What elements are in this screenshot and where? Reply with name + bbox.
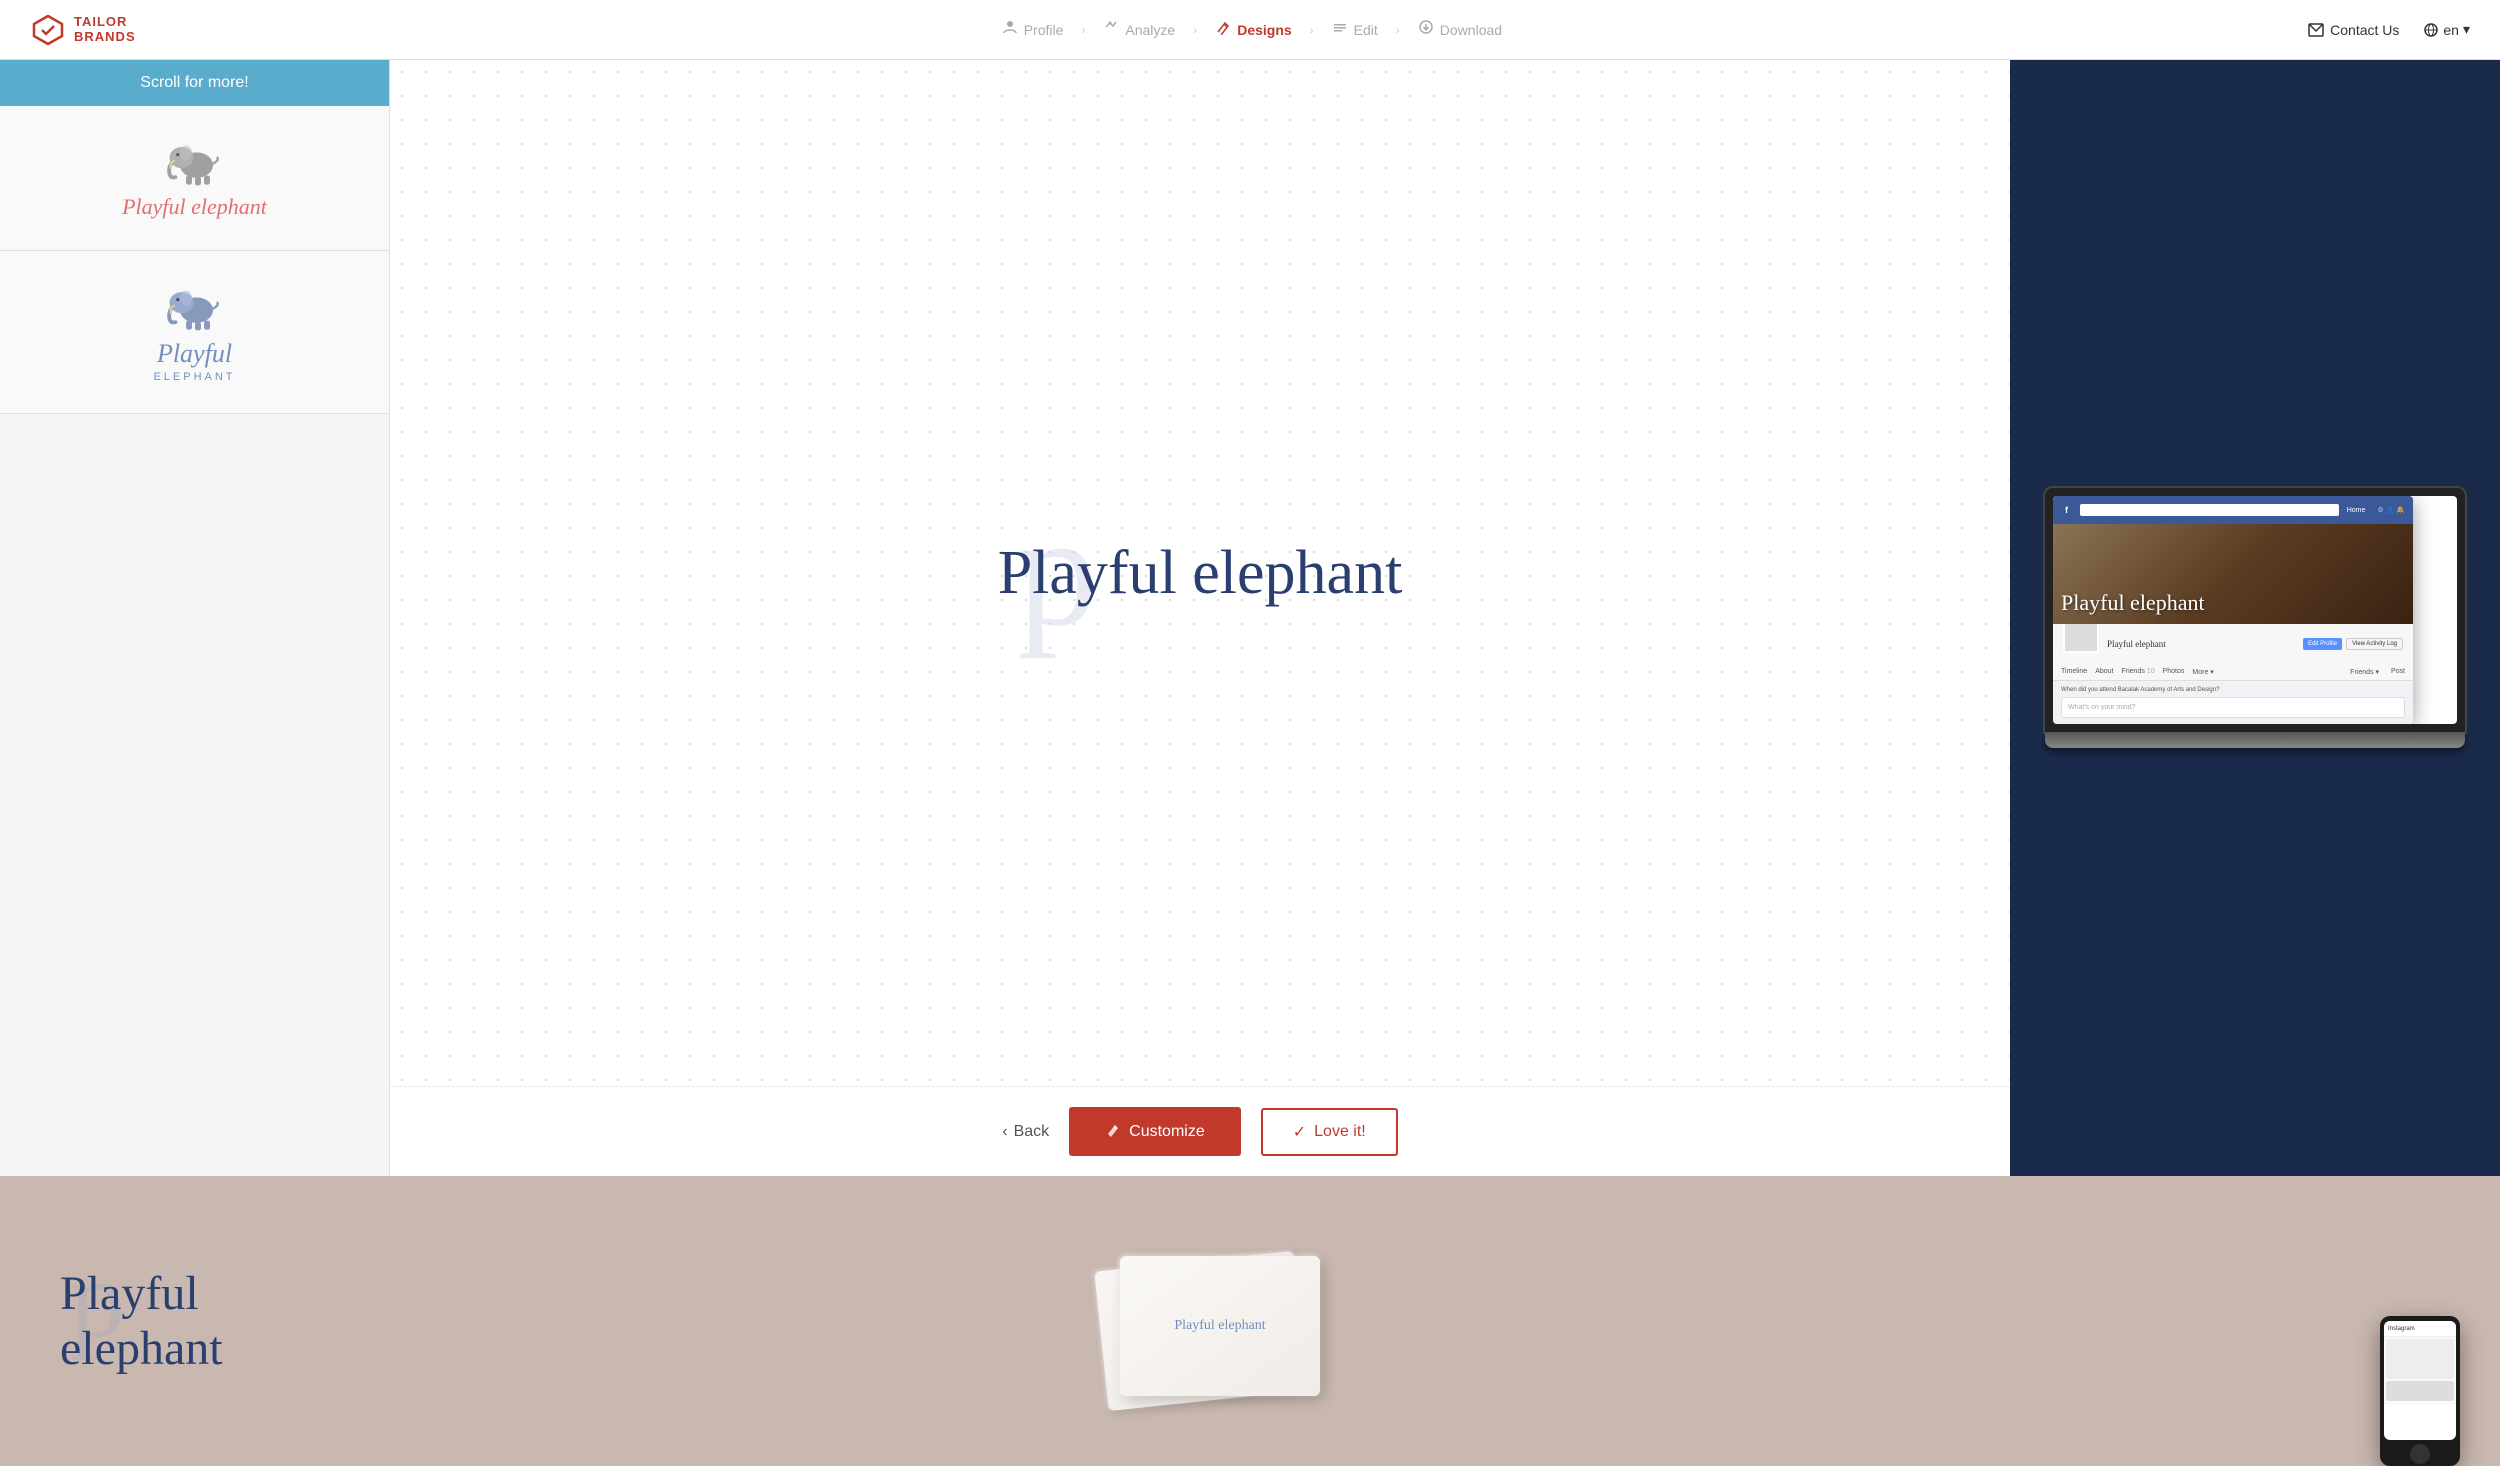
profile-icon [1002,19,1018,40]
fb-friends-button[interactable]: Friends ▾ [2350,668,2379,676]
chevron-1: › [1081,23,1085,37]
nav-step-profile[interactable]: Profile [986,19,1080,40]
fb-name: Playful elephant [2107,639,2166,649]
edit-icon [1332,19,1348,40]
phone-screen: Instagram [2384,1321,2456,1440]
envelope-icon [2308,23,2324,37]
instagram-body [2384,1337,2456,1405]
nav-step-edit-label: Edit [1354,22,1378,38]
bottom-center-mockup: Playful Playful elephant [390,1176,2010,1466]
facebook-mockup: f Home ⚙ 👤 🔔 Playful elephant [2053,496,2413,724]
navbar: TAILOR BRANDS Profile › Analyze › Design… [0,0,2500,60]
checkmark-icon: ✓ [1293,1122,1306,1142]
laptop-screen-inner: f Home ⚙ 👤 🔔 Playful elephant [2053,496,2457,724]
nav-step-edit[interactable]: Edit [1316,19,1394,40]
logo-1-name: Playful elephant [122,194,267,220]
elephant-icon-1 [165,136,225,186]
back-label: Back [1014,1123,1050,1141]
sidebar: Scroll for more! [0,60,390,1176]
laptop-mockup: f Home ⚙ 👤 🔔 Playful elephant [2045,488,2465,748]
lang-chevron-icon: ▾ [2463,21,2470,38]
bottom-section: p Playful elephant Playful Playful eleph… [0,1176,2500,1466]
logo-2-name-line1: Playful [157,339,232,369]
chevron-2: › [1193,23,1197,37]
fb-tab-photos[interactable]: Photos [2163,668,2185,676]
main-logo-display: p Playful elephant [430,100,1970,1046]
main-brand-name: Playful elephant [998,539,1403,607]
instagram-label: Instagram [2388,1326,2415,1332]
fb-tab-timeline[interactable]: Timeline [2061,668,2087,676]
buttons-row: ‹ Back Customize ✓ Love it! [390,1086,2010,1176]
fb-body: When did you attend Bacalak Academy of A… [2053,681,2413,724]
bottom-card-front-text: Playful elephant [1174,1318,1265,1334]
fb-header: f Home ⚙ 👤 🔔 [2053,496,2413,524]
nav-step-designs-label: Designs [1237,22,1291,38]
designs-icon [1215,19,1231,40]
globe-icon [2423,22,2439,38]
fb-edit-profile-button[interactable]: Edit Profile [2303,638,2342,650]
fb-tab-more[interactable]: More ▾ [2192,668,2213,676]
logo-2-name-line2: ELEPHANT [153,371,235,383]
logo-tailor: TAILOR [74,15,136,29]
lang-label: en [2443,22,2459,38]
phone-mockup: Instagram [2380,1316,2460,1466]
logo-card-2[interactable]: Playful ELEPHANT [0,251,389,414]
back-arrow-icon: ‹ [1002,1123,1007,1141]
analyze-icon [1103,19,1119,40]
bottom-right-mockup: Instagram [2010,1176,2500,1466]
nav-step-analyze[interactable]: Analyze [1087,19,1191,40]
nav-step-profile-label: Profile [1024,22,1064,38]
fb-tab-about[interactable]: About [2095,668,2113,676]
fb-nav-tabs: Timeline About Friends 10 Photos More ▾ … [2053,664,2413,681]
contact-us-button[interactable]: Contact Us [2308,22,2399,38]
fb-cover-title: Playful elephant [2061,590,2205,616]
love-it-button[interactable]: ✓ Love it! [1261,1108,1398,1156]
right-panel: f Home ⚙ 👤 🔔 Playful elephant [2010,60,2500,1176]
fb-post-box[interactable]: What's on your mind? [2061,697,2405,718]
logo[interactable]: TAILOR BRANDS [30,12,136,48]
elephant-icon-2 [165,281,225,331]
customize-label: Customize [1129,1123,1205,1141]
nav-step-analyze-label: Analyze [1125,22,1175,38]
scroll-banner: Scroll for more! [0,60,389,106]
bottom-card-front: Playful elephant [1120,1256,1320,1396]
chevron-3: › [1310,23,1314,37]
main-logo-group: p Playful elephant [998,538,1403,609]
love-label: Love it! [1314,1123,1366,1141]
bottom-logo-group: p Playful elephant [60,1266,330,1376]
customize-button[interactable]: Customize [1069,1107,1241,1156]
nav-steps: Profile › Analyze › Designs › Edit › [196,19,2309,40]
pencil-icon [1105,1121,1121,1142]
back-button[interactable]: ‹ Back [1002,1123,1049,1141]
phone-home-button[interactable] [2410,1444,2430,1464]
fb-cover-photo: Playful elephant [2053,524,2413,624]
fb-avatar-area: Playful elephant Edit Profile View Activ… [2053,624,2413,664]
center-area: p Playful elephant ‹ Back Customize [390,60,2010,1176]
nav-step-designs[interactable]: Designs [1199,19,1307,40]
nav-right: Contact Us en ▾ [2308,21,2470,38]
fb-activity-log-button[interactable]: View Activity Log [2346,638,2403,650]
fb-post-button[interactable]: Post [2391,668,2405,676]
fb-page-name-label: Playful elephant [2107,639,2166,649]
logo-card-1[interactable]: Playful elephant [0,106,389,251]
bottom-logo-area: p Playful elephant [0,1176,390,1466]
tailor-brands-icon [30,12,66,48]
fb-question: When did you attend Bacalak Academy of A… [2061,687,2405,693]
chevron-4: › [1396,23,1400,37]
nav-step-download[interactable]: Download [1402,19,1518,40]
laptop-base [2045,732,2465,748]
nav-step-download-label: Download [1440,22,1502,38]
logo-brands: BRANDS [74,30,136,44]
dotted-background: p Playful elephant [390,60,2010,1086]
fb-tab-friends[interactable]: Friends 10 [2122,668,2155,676]
download-icon [1418,19,1434,40]
instagram-header: Instagram [2384,1321,2456,1337]
laptop-screen: f Home ⚙ 👤 🔔 Playful elephant [2045,488,2465,732]
language-selector[interactable]: en ▾ [2423,21,2470,38]
contact-us-label: Contact Us [2330,22,2399,38]
